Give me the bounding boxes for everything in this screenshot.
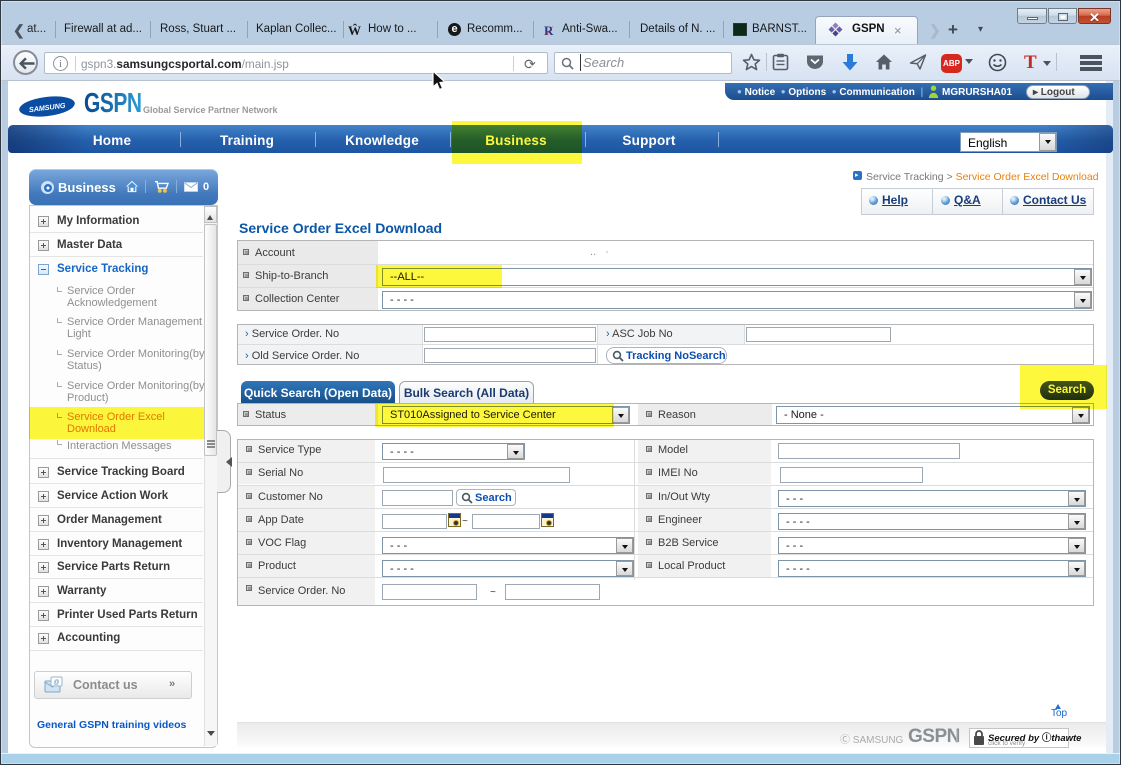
svg-text:@: @	[53, 680, 59, 686]
